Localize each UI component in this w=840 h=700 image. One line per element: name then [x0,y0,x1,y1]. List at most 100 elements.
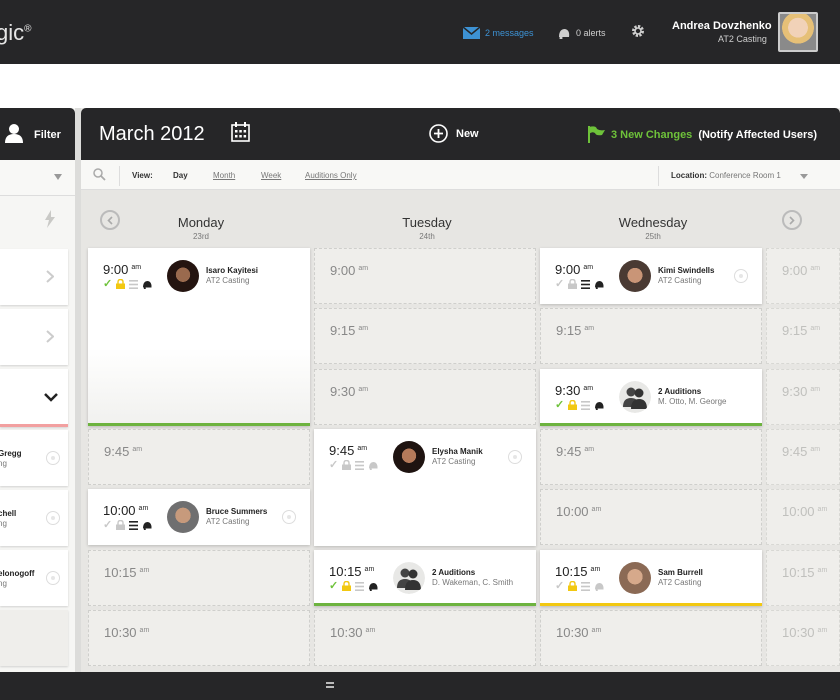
appointment-card[interactable]: 9:30 am ✓ 2 Auditions M. Otto, M. George [540,369,762,426]
select-dot[interactable] [508,450,522,464]
status-icons: ✓ [555,581,605,592]
lock-icon [568,400,578,410]
check-icon: ✓ [555,399,565,411]
time-slot[interactable]: 9:45 am [88,429,310,485]
appointment-name: Sam Burrell [658,568,703,577]
actor-avatar [393,441,425,473]
time-slot[interactable]: 9:30 am [766,369,840,425]
appointment-card[interactable]: 10:00 am ✓ Bruce Summers AT2 Casting [88,489,310,545]
appointment-card[interactable]: 9:00 am ✓ Isaro Kayitesi AT2 Casting [88,248,310,426]
chevron-down-icon [44,393,58,402]
left-item-sub: ng [0,579,7,588]
changes-count: 3 New Changes [611,128,693,141]
user-name: Andrea Dovzhenko [672,20,772,32]
select-dot[interactable] [734,269,748,283]
notes-icon [355,460,365,470]
drawer-handle-icon[interactable] [326,682,334,688]
view-option-week[interactable]: Week [261,171,281,180]
bell-icon [143,280,152,289]
search-icon[interactable] [93,168,106,181]
divider [119,166,120,186]
time-slot[interactable]: 9:15 am [540,308,762,364]
appointment-sub: AT2 Casting [206,276,250,285]
time-slot[interactable]: 10:30 am [314,610,536,666]
time-slot[interactable]: 10:15 am [766,550,840,606]
top-bar: gic® 2 messages 0 alerts Andrea Dovzhenk… [0,0,840,64]
bolt-icon [45,210,55,228]
new-button[interactable]: New [429,124,479,143]
status-icons: ✓ [329,581,379,592]
bell-icon [143,521,152,530]
select-dot[interactable] [46,571,60,585]
left-list-item[interactable] [0,249,68,305]
next-day-button[interactable] [782,210,802,230]
calendar-panel: March 2012 New 3 New Changes (Notify Aff… [81,108,840,672]
appointment-card[interactable]: 10:15 am ✓ 2 Auditions D. Wakeman, C. Smi… [314,550,536,606]
notes-icon [581,400,591,410]
lock-icon [116,520,126,530]
left-item-name: Gregg [0,449,22,458]
lock-icon [342,581,352,591]
time-slot[interactable]: 10:30 am [766,610,840,666]
view-option-day[interactable]: Day [173,171,188,180]
notes-icon [581,581,591,591]
calendar-header: March 2012 New 3 New Changes (Notify Aff… [81,108,840,160]
bell-icon [595,280,604,289]
view-option-auditions-only[interactable]: Auditions Only [305,171,357,180]
select-dot[interactable] [46,451,60,465]
left-item-name: chell [0,509,17,518]
time-slot[interactable]: 9:45 am [540,429,762,485]
location-select[interactable]: Location: Conference Room 1 [671,171,781,180]
bell-icon [595,401,604,410]
view-label: View: [132,171,153,180]
appointment-name: 2 Auditions [432,568,476,577]
bell-icon [369,461,378,470]
time-slot[interactable]: 9:30 am [314,369,536,425]
caret-down-icon[interactable] [800,174,808,179]
view-option-month[interactable]: Month [213,171,235,180]
select-dot[interactable] [282,510,296,524]
status-icons: ✓ [103,279,153,290]
chevron-right-icon [789,215,795,225]
appointment-sub: D. Wakeman, C. Smith [432,578,514,587]
actor-avatar [619,260,651,292]
left-list-item[interactable]: Gregg ng [0,430,68,486]
time-slot[interactable]: 9:15 am [314,308,536,364]
user-avatar[interactable] [778,12,818,52]
caret-down-icon [54,174,62,180]
check-icon: ✓ [329,459,339,471]
left-list-item-expanded[interactable] [0,369,68,427]
appointment-card[interactable]: 9:45 am ✓ Elysha Manik AT2 Casting [314,429,536,546]
appointment-card[interactable]: 9:00 am ✓ Kimi Swindells AT2 Casting [540,248,762,304]
appointment-card[interactable]: 10:15 am ✓ Sam Burrell AT2 Casting [540,550,762,606]
alerts-button[interactable]: 0 alerts [557,27,606,39]
left-list-item[interactable] [0,309,68,365]
calendar-icon[interactable] [231,122,250,142]
time-slot[interactable]: 10:00 am [766,489,840,545]
time-slot[interactable]: 9:00 am [314,248,536,304]
select-dot[interactable] [46,511,60,525]
appointment-time: 9:30 am [555,383,594,398]
notify-changes-button[interactable]: 3 New Changes (Notify Affected Users) [587,126,817,143]
header-strip [0,64,840,108]
messages-button[interactable]: 2 messages [463,27,534,39]
appointment-name: Bruce Summers [206,507,268,516]
bell-icon [369,582,378,591]
time-slot[interactable]: 10:15 am [88,550,310,606]
settings-button[interactable] [631,24,645,43]
left-panel-search-bar[interactable] [0,160,75,196]
group-icon [619,381,651,413]
time-slot[interactable]: 10:30 am [88,610,310,666]
appointment-name: Kimi Swindells [658,266,715,275]
time-slot[interactable]: 9:00 am [766,248,840,304]
time-slot[interactable]: 10:00 am [540,489,762,545]
filter-button[interactable]: Filter [34,129,61,141]
left-list-item[interactable]: elonogoff ng [0,550,68,606]
time-slot[interactable]: 10:30 am [540,610,762,666]
left-list-item[interactable] [0,610,68,666]
time-slot[interactable]: 9:15 am [766,308,840,364]
notes-icon [129,520,139,530]
time-slot[interactable]: 9:45 am [766,429,840,485]
left-list-item[interactable]: chell ng [0,490,68,546]
lock-icon [342,460,352,470]
